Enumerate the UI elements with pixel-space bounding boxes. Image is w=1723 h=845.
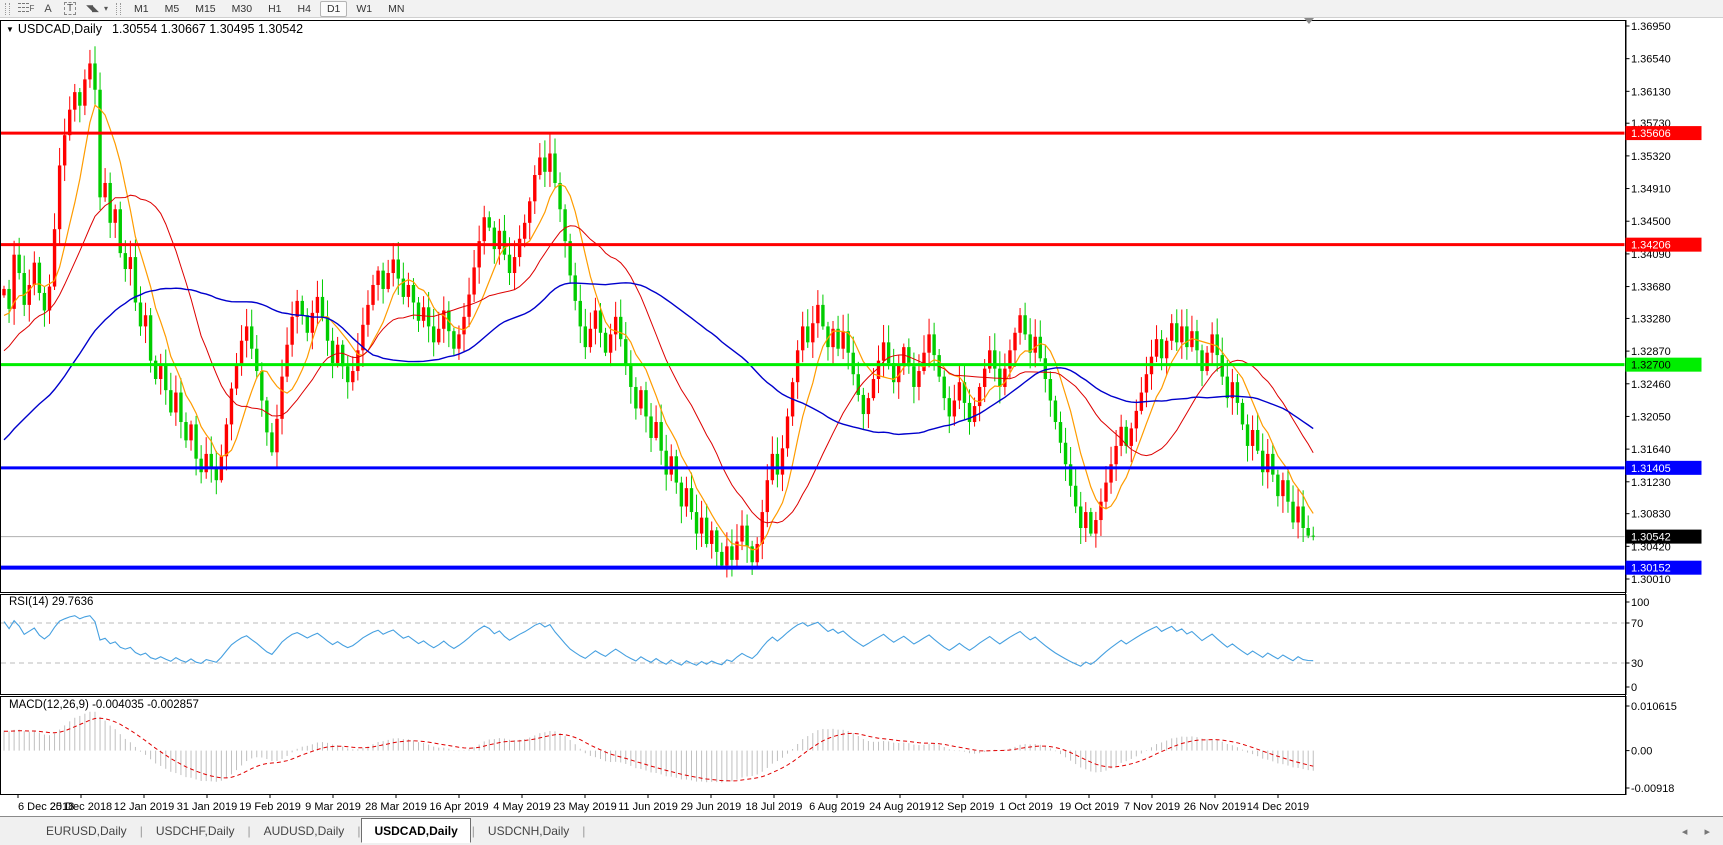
date-axis[interactable]: 6 Dec 201825 Dec 201812 Jan 201931 Jan 2… [18,794,1309,813]
mt4-window: { "toolbar": { "tools": [ {"name": "fibo… [0,0,1723,844]
svg-text:1.36130: 1.36130 [1631,86,1671,98]
timeframe-button-W1[interactable]: W1 [349,1,379,17]
tab-usdchf-daily[interactable]: USDCHF,Daily [144,820,247,842]
rsi-indicator-label: RSI(14) 29.7636 [9,596,93,608]
svg-text:1.32460: 1.32460 [1631,379,1671,391]
svg-text:1.30830: 1.30830 [1631,509,1671,521]
chart-symbol-label: USDCAD,Daily [18,22,102,36]
svg-text:1.34500: 1.34500 [1631,216,1671,228]
svg-text:25 Dec 2018: 25 Dec 2018 [50,801,112,813]
svg-text:29 Jun 2019: 29 Jun 2019 [681,801,742,813]
svg-text:19 Oct 2019: 19 Oct 2019 [1059,801,1119,813]
svg-text:1.30152: 1.30152 [1631,563,1671,575]
svg-text:11 Jun 2019: 11 Jun 2019 [618,801,678,813]
tab-usdcnh-daily[interactable]: USDCNH,Daily [476,820,581,842]
svg-text:0.010615: 0.010615 [1631,701,1677,713]
timeframe-button-M1[interactable]: M1 [127,1,156,17]
svg-text:4 May 2019: 4 May 2019 [493,801,550,813]
svg-text:1.31640: 1.31640 [1631,444,1671,456]
svg-text:1 Oct 2019: 1 Oct 2019 [999,801,1053,813]
arrows-tool-icon[interactable]: ◥◣ [83,1,101,16]
chart-ohlc-values: 1.30554 1.30667 1.30495 1.30542 [112,22,303,36]
tab-scroll-arrows: ◂ ▸ [1675,825,1717,838]
svg-text:1.36540: 1.36540 [1631,54,1671,66]
svg-text:1.33680: 1.33680 [1631,282,1671,294]
svg-text:31 Jan 2019: 31 Jan 2019 [177,801,238,813]
tab-audusd-daily[interactable]: AUDUSD,Daily [252,820,357,842]
svg-text:12 Jan 2019: 12 Jan 2019 [114,801,175,813]
text-label-tool-icon[interactable]: T [61,1,79,16]
timeframe-button-M15[interactable]: M15 [188,1,222,17]
svg-text:1.30010: 1.30010 [1631,574,1671,586]
chart-title: ▼ USDCAD,Daily 1.30554 1.30667 1.30495 1.3… [6,22,303,36]
fibonacci-tool-icon[interactable]: F [17,1,35,16]
svg-text:24 Aug 2019: 24 Aug 2019 [869,801,931,813]
arrows-dropdown-icon[interactable]: ▾ [104,4,108,13]
tab-usdcad-daily[interactable]: USDCAD,Daily [361,818,470,843]
svg-text:1.36950: 1.36950 [1631,21,1671,33]
drawing-tools-group: FAT ◥◣ [15,1,103,16]
macd-indicator-label: MACD(12,26,9) -0.004035 -0.002857 [9,699,199,711]
svg-text:1.30542: 1.30542 [1631,532,1671,544]
collapse-triangle-icon[interactable]: ▼ [6,25,14,34]
rsi-axis[interactable]: 100 70 30 0 [1626,597,1650,694]
timeframe-button-M5[interactable]: M5 [158,1,187,17]
macd-axis[interactable]: 0.010615 0.00 -0.00918 [1626,701,1677,795]
tab-scroll-right-icon[interactable]: ▸ [1704,826,1710,838]
svg-text:28 Mar 2019: 28 Mar 2019 [365,801,427,813]
tabs-group: EURUSD,Daily|USDCHF,Daily|AUDUSD,Daily|U… [34,820,586,843]
timeframe-button-H1[interactable]: H1 [261,1,288,17]
svg-text:1.34206: 1.34206 [1631,240,1671,252]
toolbar-grip[interactable] [5,3,10,15]
svg-text:18 Jul 2019: 18 Jul 2019 [746,801,803,813]
svg-text:7 Nov 2019: 7 Nov 2019 [1124,801,1180,813]
chart-canvas[interactable]: 1.369501.365401.361301.357301.353201.349… [0,17,1723,816]
svg-text:1.34910: 1.34910 [1631,184,1671,196]
timeframe-button-D1[interactable]: D1 [320,1,347,17]
svg-text:14 Dec 2019: 14 Dec 2019 [1247,801,1309,813]
svg-text:1.35606: 1.35606 [1631,128,1671,140]
svg-text:12 Sep 2019: 12 Sep 2019 [932,801,994,813]
tab-eurusd-daily[interactable]: EURUSD,Daily [34,820,139,842]
svg-text:26 Nov 2019: 26 Nov 2019 [1184,801,1246,813]
svg-text:6 Aug 2019: 6 Aug 2019 [809,801,865,813]
svg-text:23 May 2019: 23 May 2019 [553,801,617,813]
tab-separator: | [248,824,251,838]
timeframe-button-H4[interactable]: H4 [291,1,318,17]
svg-text:19 Feb 2019: 19 Feb 2019 [239,801,301,813]
svg-text:0: 0 [1631,682,1637,694]
tab-separator: | [357,824,360,838]
price-axis[interactable]: 1.369501.365401.361301.357301.353201.349… [1626,21,1702,586]
timeframe-toolbar-grip[interactable] [116,3,121,15]
svg-text:1.33280: 1.33280 [1631,313,1671,325]
svg-text:-0.00918: -0.00918 [1631,783,1674,795]
timeframe-button-MN[interactable]: MN [381,1,411,17]
tab-separator: | [140,824,143,838]
top-toolbar: FAT ◥◣ ▾ M1M5M15M30H1H4D1W1MN [0,0,1723,18]
svg-text:1.31230: 1.31230 [1631,477,1671,489]
text-tool-icon[interactable]: A [39,1,57,16]
tab-scroll-left-icon[interactable]: ◂ [1682,826,1688,838]
svg-text:0.00: 0.00 [1631,746,1652,758]
svg-text:1.31405: 1.31405 [1631,463,1671,475]
chart-tab-bar: EURUSD,Daily|USDCHF,Daily|AUDUSD,Daily|U… [0,816,1723,845]
svg-text:16 Apr 2019: 16 Apr 2019 [429,801,488,813]
svg-text:30: 30 [1631,658,1643,670]
tab-separator: | [472,824,475,838]
svg-text:1.32050: 1.32050 [1631,411,1671,423]
svg-text:1.32700: 1.32700 [1631,360,1671,372]
svg-text:9 Mar 2019: 9 Mar 2019 [305,801,361,813]
svg-text:1.35320: 1.35320 [1631,151,1671,163]
svg-text:70: 70 [1631,618,1643,630]
svg-text:100: 100 [1631,597,1649,609]
timeframe-button-M30[interactable]: M30 [225,1,259,17]
tab-separator: | [582,824,585,838]
svg-text:1.32870: 1.32870 [1631,346,1671,358]
timeframe-buttons: M1M5M15M30H1H4D1W1MN [126,1,412,17]
